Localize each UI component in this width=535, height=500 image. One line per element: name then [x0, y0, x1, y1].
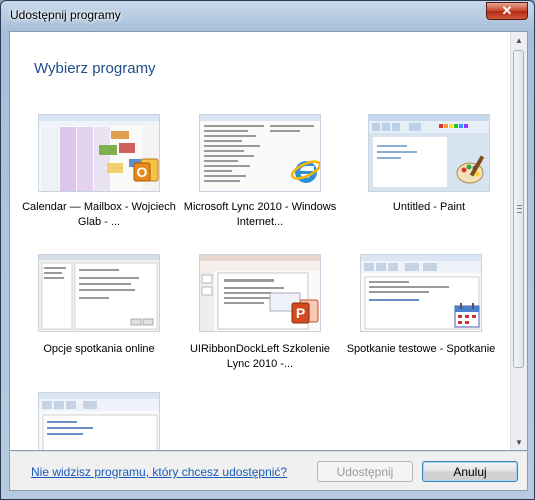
- powerpoint-icon: P: [290, 297, 320, 331]
- program-thumbnail: O: [38, 114, 160, 192]
- program-thumbnail: [38, 254, 160, 332]
- dialog-footer: Nie widzisz programu, który chcesz udost…: [9, 451, 528, 491]
- program-thumbnail: [199, 114, 321, 192]
- page-title: Wybierz programy: [34, 60, 156, 77]
- cancel-button[interactable]: Anuluj: [422, 461, 518, 482]
- program-tile-outlook-calendar[interactable]: O Calendar — Mailbox - Wojciech Glab - .…: [22, 114, 198, 229]
- program-tile-meeting[interactable]: Spotkanie testowe - Spotkanie: [347, 254, 510, 369]
- program-tile-paint[interactable]: Untitled - Paint: [368, 114, 510, 229]
- paint-icon: [455, 153, 489, 191]
- program-list-panel: Wybierz programy O Calendar — Mailbox - …: [9, 31, 528, 451]
- program-label: Microsoft Lync 2010 - Windows Internet..…: [183, 201, 337, 228]
- close-button[interactable]: ✕: [486, 2, 528, 20]
- share-programs-dialog: Udostępnij programy ✕ Wybierz programy O…: [0, 0, 535, 500]
- svg-text:P: P: [296, 305, 305, 321]
- program-thumbnail: [38, 392, 160, 450]
- vertical-scrollbar[interactable]: ▲ ▼: [510, 32, 527, 450]
- scroll-down-arrow-icon[interactable]: ▼: [511, 434, 527, 450]
- title-bar[interactable]: Udostępnij programy ✕: [1, 1, 534, 29]
- svg-text:O: O: [137, 164, 148, 180]
- program-label: Calendar — Mailbox - Wojciech Glab - ...: [22, 201, 176, 228]
- share-button[interactable]: Udostępnij: [317, 461, 413, 482]
- program-tile-meeting-options[interactable]: Opcje spotkania online: [38, 254, 198, 369]
- program-tile-powerpoint[interactable]: P UIRibbonDockLeft Szkolenie Lync 2010 -…: [190, 254, 359, 370]
- scrollbar-thumb[interactable]: [513, 50, 524, 368]
- scroll-up-arrow-icon[interactable]: ▲: [511, 32, 527, 48]
- program-tile-internet-explorer[interactable]: Microsoft Lync 2010 - Windows Internet..…: [184, 114, 359, 229]
- program-thumbnail: [360, 254, 482, 332]
- close-icon: ✕: [501, 3, 513, 18]
- program-grid: Wybierz programy O Calendar — Mailbox - …: [10, 32, 510, 450]
- internet-explorer-icon: [290, 155, 320, 191]
- program-label: Opcje spotkania online: [43, 343, 155, 355]
- program-label: Spotkanie testowe - Spotkanie: [346, 343, 496, 355]
- missing-program-link[interactable]: Nie widzisz programu, który chcesz udost…: [31, 465, 287, 479]
- program-thumbnail: P: [199, 254, 321, 332]
- program-tile-partial[interactable]: [38, 392, 198, 450]
- program-label: Untitled - Paint: [392, 201, 466, 213]
- calendar-icon: [453, 301, 481, 331]
- outlook-icon: O: [133, 157, 159, 190]
- program-thumbnail: [368, 114, 490, 192]
- scrollbar-grip-icon: [517, 205, 522, 213]
- window-title: Udostępnij programy: [10, 8, 121, 22]
- program-label: UIRibbonDockLeft Szkolenie Lync 2010 -..…: [189, 343, 331, 370]
